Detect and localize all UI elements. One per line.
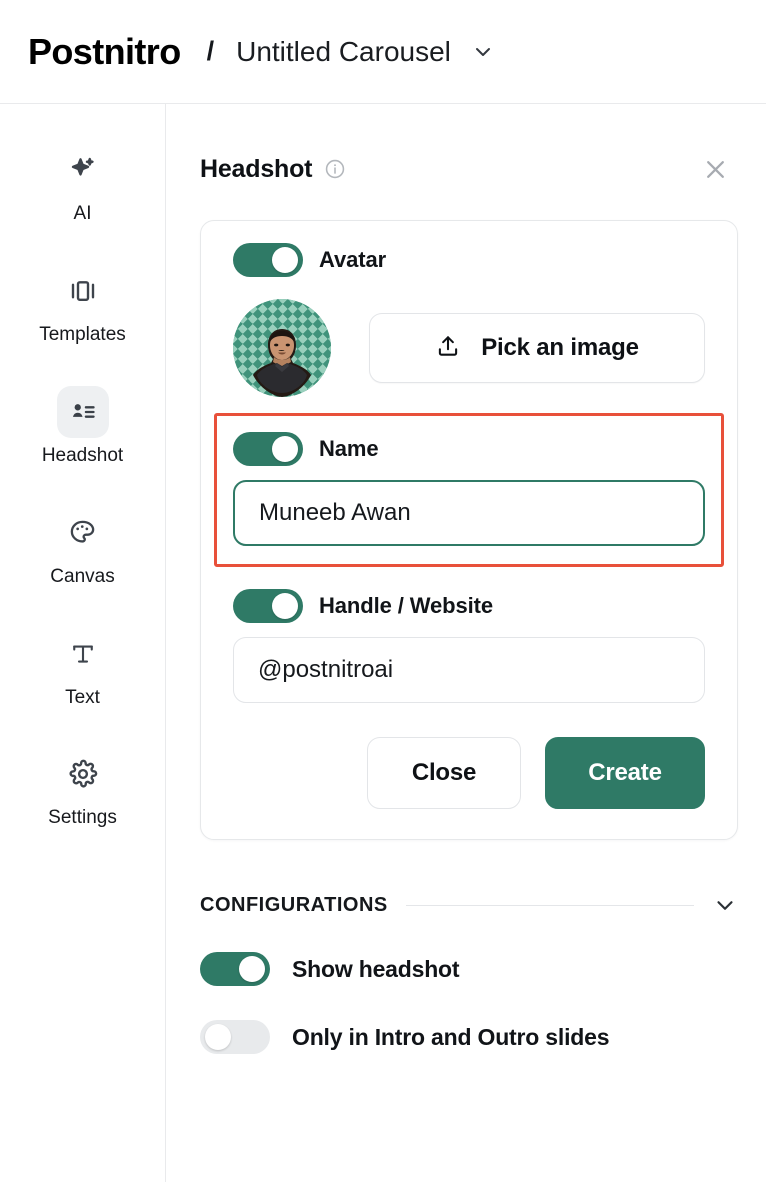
avatar-toggle[interactable] (233, 243, 303, 277)
pick-image-button[interactable]: Pick an image (369, 313, 705, 383)
gear-icon (57, 748, 109, 800)
avatar-photo (253, 329, 311, 397)
avatar[interactable] (233, 299, 331, 397)
toggle-knob (272, 593, 298, 619)
top-bar: Postnitro / Untitled Carousel (0, 0, 766, 104)
sidebar-item-label: Canvas (50, 565, 115, 587)
sidebar-item-settings[interactable]: Settings (0, 748, 165, 829)
show-headshot-label: Show headshot (292, 955, 460, 982)
sidebar-item-canvas[interactable]: Canvas (0, 507, 165, 588)
left-sidebar: AI Templates Headshot Canvas Text Settin… (0, 104, 166, 1182)
sidebar-item-ai[interactable]: AI (0, 144, 165, 225)
handle-toggle-row: Handle / Website (233, 589, 705, 623)
document-title[interactable]: Untitled Carousel (236, 37, 451, 66)
info-icon[interactable] (324, 158, 346, 180)
pick-image-label: Pick an image (481, 334, 639, 361)
handle-toggle[interactable] (233, 589, 303, 623)
breadcrumb-separator: / (206, 36, 215, 66)
text-t-icon (57, 628, 109, 680)
upload-icon (435, 333, 461, 364)
name-section-highlight: Name Muneeb Awan (214, 413, 724, 567)
show-headshot-toggle[interactable] (200, 952, 270, 986)
sidebar-item-label: Headshot (41, 444, 124, 466)
card-actions: Close Create (233, 737, 705, 809)
avatar-row: Pick an image (233, 299, 705, 397)
config-row-intro-outro-only: Only in Intro and Outro slides (200, 1020, 738, 1054)
avatar-toggle-row: Avatar (233, 243, 705, 277)
chevron-down-icon[interactable] (712, 892, 738, 918)
handle-section: Handle / Website @postnitroai (233, 589, 705, 703)
sidebar-item-label: Templates (39, 323, 126, 345)
name-toggle[interactable] (233, 432, 303, 466)
headshot-panel: Headshot Avatar Pick an image Name Munee… (166, 104, 766, 1182)
sidebar-item-headshot[interactable]: Headshot (0, 385, 165, 467)
close-icon[interactable] (698, 152, 732, 186)
sparkle-icon (57, 144, 109, 196)
sidebar-item-label: AI (73, 203, 92, 224)
sidebar-item-label: Text (65, 686, 100, 708)
configurations-header[interactable]: CONFIGURATIONS (200, 892, 738, 918)
toggle-knob (272, 436, 298, 462)
handle-toggle-label: Handle / Website (319, 593, 494, 618)
configurations-title: CONFIGURATIONS (200, 893, 388, 916)
name-toggle-row: Name (233, 432, 705, 466)
palette-icon (57, 507, 109, 559)
handle-input[interactable]: @postnitroai (233, 637, 705, 703)
toggle-knob (239, 956, 265, 982)
avatar-toggle-label: Avatar (319, 247, 387, 272)
close-button[interactable]: Close (367, 737, 521, 809)
panel-header: Headshot (200, 152, 738, 186)
config-row-show-headshot: Show headshot (200, 952, 738, 986)
contact-card-icon (56, 385, 109, 438)
chevron-down-icon[interactable] (471, 40, 495, 64)
headshot-card: Avatar Pick an image Name Muneeb Awan Ha… (200, 220, 738, 840)
create-button[interactable]: Create (545, 737, 705, 809)
carousel-icon (57, 265, 109, 317)
intro-outro-only-toggle[interactable] (200, 1020, 270, 1054)
divider (405, 904, 694, 906)
sidebar-item-text[interactable]: Text (0, 628, 165, 709)
name-toggle-label: Name (319, 436, 379, 461)
toggle-knob (205, 1024, 231, 1050)
page-title: Headshot (200, 154, 313, 183)
name-input[interactable]: Muneeb Awan (233, 480, 705, 546)
app-body: AI Templates Headshot Canvas Text Settin… (0, 104, 766, 1182)
app-logo[interactable]: Postnitro (28, 33, 181, 70)
sidebar-item-label: Settings (48, 807, 117, 829)
intro-outro-only-label: Only in Intro and Outro slides (292, 1023, 610, 1050)
sidebar-item-templates[interactable]: Templates (0, 265, 165, 346)
toggle-knob (272, 247, 298, 273)
